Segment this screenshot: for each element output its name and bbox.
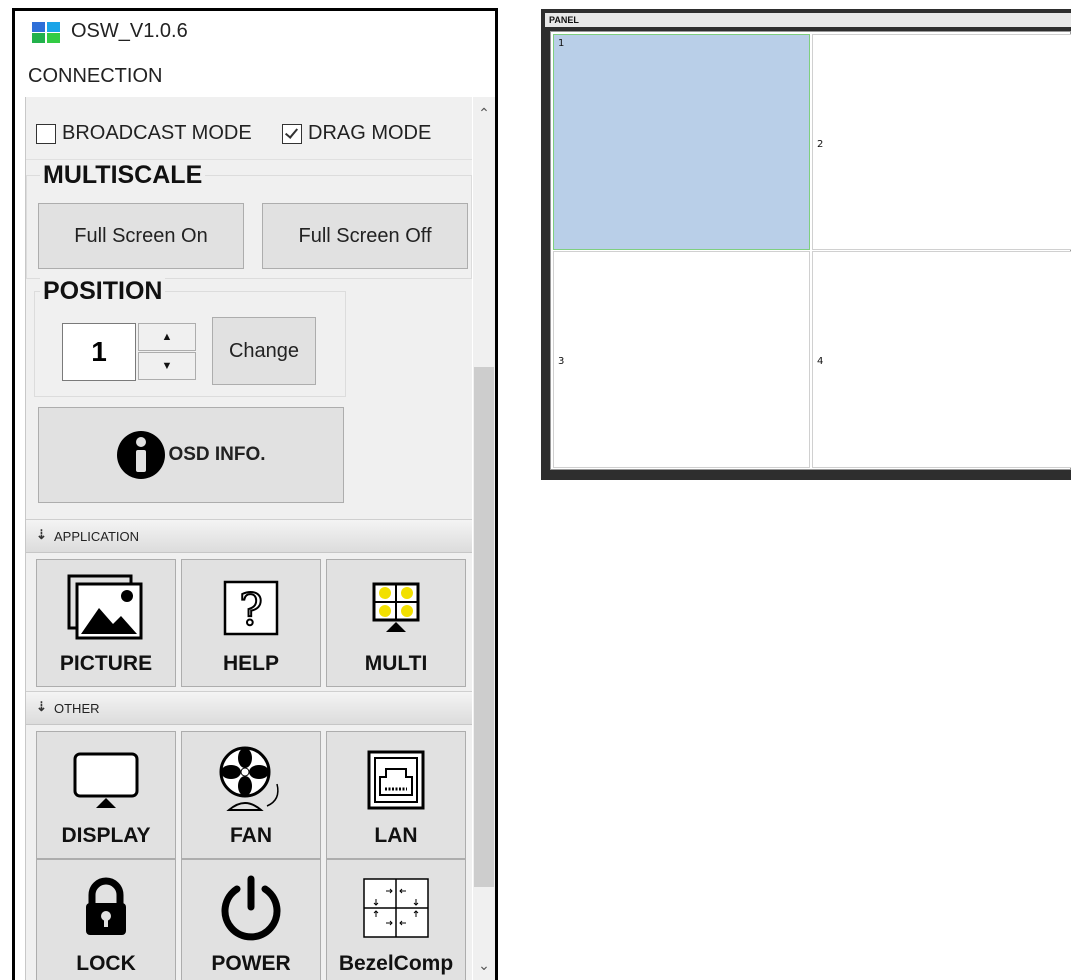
panel-grid: 1 2 3 4 <box>550 31 1071 470</box>
lock-button[interactable]: LOCK <box>36 859 176 980</box>
other-section-header[interactable]: ⇣ OTHER <box>26 691 472 725</box>
panel-cell-2[interactable]: 2 <box>812 34 1071 250</box>
power-label: POWER <box>211 952 291 975</box>
position-down-button[interactable]: ▼ <box>138 352 196 380</box>
osd-info-button[interactable]: OSD INFO. <box>38 407 344 503</box>
application-section-label: APPLICATION <box>54 529 140 544</box>
picture-button[interactable]: PICTURE <box>36 559 176 687</box>
position-title: POSITION <box>40 277 166 306</box>
control-panel: BROADCAST MODE DRAG MODE MULTISCALE Full… <box>25 97 472 980</box>
lock-icon <box>86 877 126 935</box>
vertical-scrollbar[interactable]: ⌃ ⌄ <box>473 97 495 980</box>
svg-text:?: ? <box>239 585 263 636</box>
menu-connection[interactable]: CONNECTION <box>28 65 162 88</box>
display-button[interactable]: DISPLAY <box>36 731 176 859</box>
picture-icon <box>67 574 143 640</box>
display-label: DISPLAY <box>61 824 151 847</box>
lan-button[interactable]: LAN <box>326 731 466 859</box>
multi-label: MULTI <box>364 652 428 675</box>
panel-title: PANEL <box>549 15 579 25</box>
drag-mode-checkbox[interactable]: DRAG MODE <box>282 122 431 145</box>
multi-icon <box>372 582 420 632</box>
panel-header <box>545 13 1071 27</box>
broadcast-mode-label: BROADCAST MODE <box>62 122 252 144</box>
osd-info-label: OSD INFO. <box>168 444 266 465</box>
drag-mode-label: DRAG MODE <box>308 122 432 144</box>
fan-icon <box>219 746 279 811</box>
bezel-comp-icon <box>363 878 429 938</box>
menu-bar: CONNECTION <box>15 53 495 97</box>
panel-window: PANEL 1 2 3 4 <box>541 9 1071 480</box>
change-button[interactable]: Change <box>212 317 316 385</box>
position-up-button[interactable]: ▲ <box>138 323 196 351</box>
arrow-down-icon: ▼ <box>161 360 173 372</box>
arrow-up-icon: ▲ <box>161 331 173 343</box>
double-chevron-down-icon: ⇣ <box>36 699 47 714</box>
help-button[interactable]: ? HELP <box>181 559 321 687</box>
lock-label: LOCK <box>76 952 136 975</box>
bezelcomp-label: BezelComp <box>338 952 454 975</box>
app-title: OSW_V1.0.6 <box>71 20 188 42</box>
panel-cell-number: 4 <box>817 356 824 367</box>
lan-label: LAN <box>374 824 418 847</box>
position-value-field[interactable]: 1 <box>62 323 136 381</box>
application-section-header[interactable]: ⇣ APPLICATION <box>26 519 472 553</box>
bezelcomp-button[interactable]: BezelComp <box>326 859 466 980</box>
app-logo <box>32 22 60 43</box>
panel-cell-number: 3 <box>558 356 565 367</box>
lan-icon <box>367 750 425 810</box>
title-bar: OSW_V1.0.6 <box>15 11 495 53</box>
panel-cell-number: 2 <box>817 139 824 150</box>
checkbox-checked <box>282 123 302 144</box>
panel-cell-4[interactable]: 4 <box>812 251 1071 468</box>
multi-button[interactable]: MULTI <box>326 559 466 687</box>
modes-row: BROADCAST MODE DRAG MODE <box>26 107 472 160</box>
full-screen-on-button[interactable]: Full Screen On <box>38 203 244 269</box>
power-icon <box>221 875 281 941</box>
panel-cell-1[interactable]: 1 <box>553 34 810 250</box>
panel-cell-3[interactable]: 3 <box>553 251 810 468</box>
fan-label: FAN <box>230 824 272 847</box>
power-button[interactable]: POWER <box>181 859 321 980</box>
scrollbar-thumb[interactable] <box>474 367 494 887</box>
picture-label: PICTURE <box>59 652 153 675</box>
display-icon <box>73 752 139 808</box>
double-chevron-down-icon: ⇣ <box>36 527 47 542</box>
help-icon: ? <box>223 580 279 637</box>
other-section-label: OTHER <box>54 701 100 716</box>
broadcast-mode-checkbox[interactable]: BROADCAST MODE <box>36 122 252 145</box>
panel-cell-number: 1 <box>558 38 565 49</box>
full-screen-off-button[interactable]: Full Screen Off <box>262 203 468 269</box>
app-window: OSW_V1.0.6 CONNECTION BROADCAST MODE DRA… <box>12 8 498 980</box>
help-label: HELP <box>222 652 279 675</box>
checkbox-unchecked <box>36 123 56 144</box>
info-icon <box>117 431 166 479</box>
chevron-down-icon[interactable]: ⌄ <box>473 957 495 977</box>
multiscale-title: MULTISCALE <box>40 161 206 190</box>
fan-button[interactable]: FAN <box>181 731 321 859</box>
chevron-up-icon[interactable]: ⌃ <box>473 105 495 125</box>
